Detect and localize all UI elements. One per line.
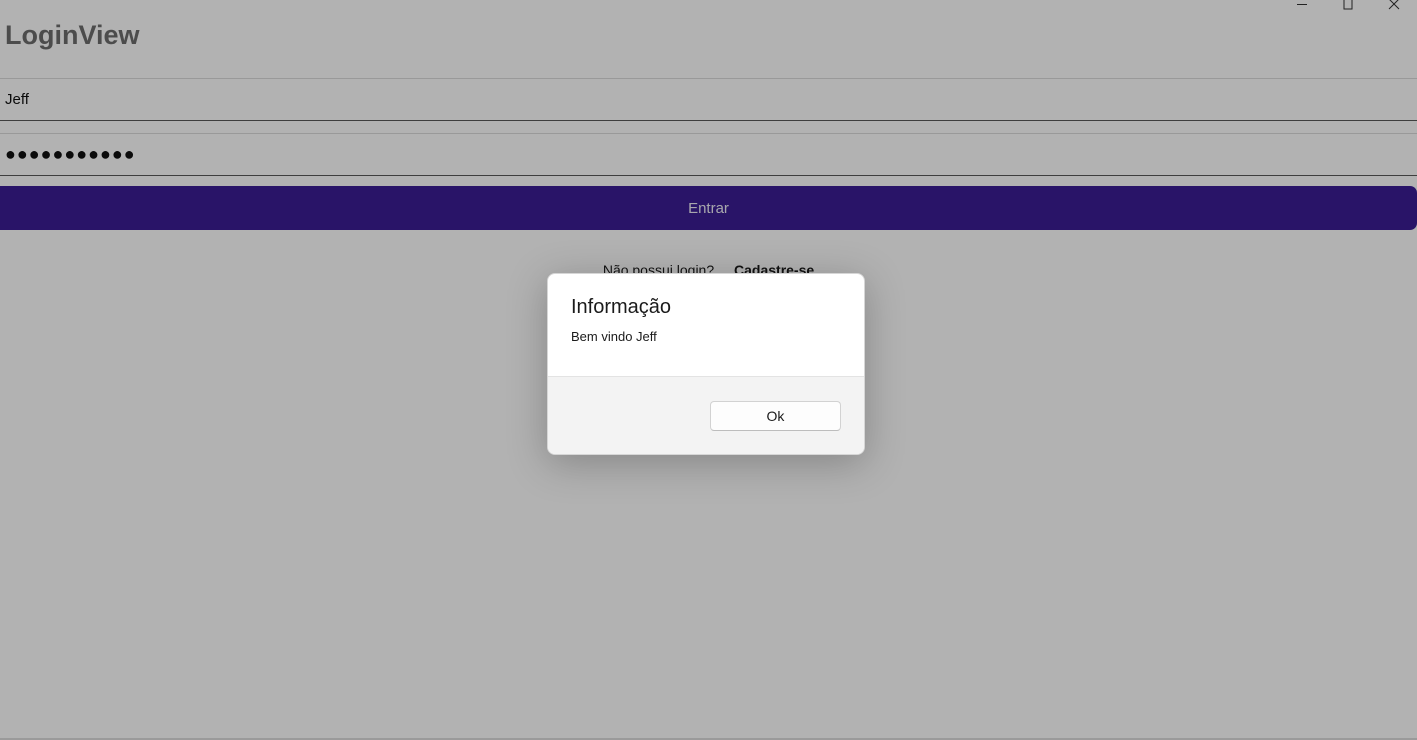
dialog-footer: Ok bbox=[548, 377, 864, 454]
dialog-body: Informação Bem vindo Jeff bbox=[548, 274, 864, 377]
dialog-message: Bem vindo Jeff bbox=[571, 329, 657, 344]
app-window: LoginView Entrar Não possui login? Cadas… bbox=[0, 0, 1417, 740]
dialog-title: Informação bbox=[571, 296, 672, 318]
ok-button[interactable]: Ok bbox=[710, 401, 841, 431]
info-dialog: Informação Bem vindo Jeff Ok bbox=[547, 273, 865, 455]
